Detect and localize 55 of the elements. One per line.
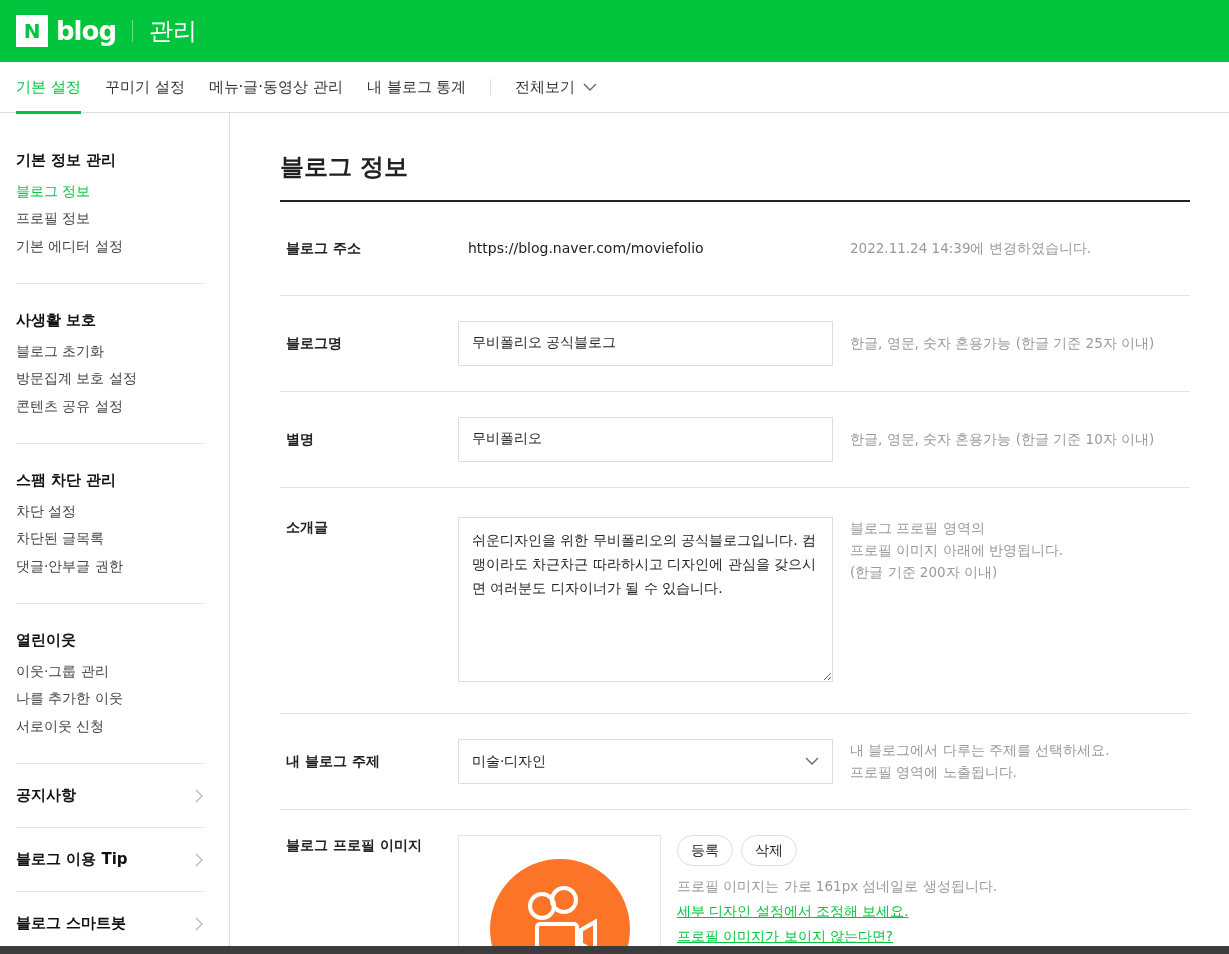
section-heading: 블로그 정보 xyxy=(280,153,1190,202)
nav-tab[interactable]: 꾸미기 설정 xyxy=(104,63,185,114)
pill-button[interactable]: 등록 xyxy=(677,834,733,866)
help-text: 한글, 영문, 숫자 혼용가능 (한글 기준 25자 이내) xyxy=(850,333,1155,353)
field-label: 소개글 xyxy=(285,517,329,537)
field-label: 별명 xyxy=(285,429,315,449)
help-text: 한글, 영문, 숫자 혼용가능 (한글 기준 10자 이내) xyxy=(850,429,1155,449)
chevron-down-icon xyxy=(583,83,598,91)
help-text: 프로필 이미지는 가로 161px 섬네일로 생성됩니다. xyxy=(677,876,998,896)
sidebar-link[interactable]: 블로그 이용 Tip xyxy=(16,828,203,892)
nav-tab[interactable]: 메뉴·글·동영상 관리 xyxy=(208,63,343,114)
help-text: 내 블로그에서 다루는 주제를 선택하세요. xyxy=(850,740,1110,760)
help-text: 프로필 영역에 노출됩니다. xyxy=(850,762,1018,782)
chevron-right-icon xyxy=(195,916,203,931)
section-title: 열린이웃 xyxy=(16,630,77,651)
link-label: 블로그 이용 Tip xyxy=(16,849,128,871)
help-text: 프로필 이미지 아래에 반영됩니다. xyxy=(850,540,1064,560)
pill-button[interactable]: 삭제 xyxy=(741,834,797,866)
field-label: 블로그 주소 xyxy=(285,238,362,258)
section-title: 사생활 보호 xyxy=(16,310,98,331)
sidebar-link[interactable]: 댓글·안부글 권한 xyxy=(16,552,203,580)
chevron-right-icon xyxy=(195,788,203,803)
link-label: 블로그 스마트봇 xyxy=(16,913,127,935)
page-heading: 관리 xyxy=(149,16,197,47)
nav-tab[interactable]: 내 블로그 통계 xyxy=(366,63,467,114)
link-label: 공지사항 xyxy=(16,785,76,807)
field-label: 블로그명 xyxy=(285,333,343,353)
field-label: 내 블로그 주제 xyxy=(285,751,381,771)
text-field[interactable]: 무비폴리오 xyxy=(458,416,833,462)
sidebar-link[interactable]: 프로필 정보 xyxy=(16,205,203,233)
scrollbar[interactable] xyxy=(0,946,1229,954)
sidebar-link[interactable]: 서로이웃 신청 xyxy=(16,712,203,740)
help-text: 2022.11.24 14:39에 변경하였습니다. xyxy=(850,238,1092,258)
help-text: 블로그 프로필 영역의 xyxy=(850,518,986,538)
section-title: 스팸 차단 관리 xyxy=(16,470,118,491)
field-label: 블로그 프로필 이미지 xyxy=(285,835,423,855)
sidebar-link[interactable]: 나를 추가한 이웃 xyxy=(16,685,203,713)
chevron-right-icon xyxy=(195,852,203,867)
sidebar-link[interactable]: 기본 에디터 설정 xyxy=(16,232,203,260)
chevron-down-icon xyxy=(805,757,819,766)
section-title: 기본 정보 관리 xyxy=(16,150,118,171)
sidebar-link[interactable]: 블로그 초기화 xyxy=(16,337,203,365)
select-value: 미술·디자인 xyxy=(472,751,547,771)
help-text: (한글 기준 200자 이내) xyxy=(850,562,999,582)
sidebar-link[interactable]: 차단된 글목록 xyxy=(16,525,203,553)
sidebar-link[interactable]: 이웃·그룹 관리 xyxy=(16,657,203,685)
select-field[interactable]: 미술·디자인 xyxy=(458,738,833,784)
sidebar-link[interactable]: 공지사항 xyxy=(16,764,203,828)
blog-url: https://blog.naver.com/moviefolio xyxy=(467,238,705,258)
sidebar-link[interactable]: 차단 설정 xyxy=(16,497,203,525)
view-all-dropdown[interactable]: 전체보기 xyxy=(515,63,598,114)
sidebar-link[interactable]: 방문집계 보호 설정 xyxy=(16,365,203,393)
textarea-field[interactable]: 쉬운디자인을 위한 무비폴리오의 공식블로그입니다. 컴맹이라도 차근차근 따라하시고 디자인에 관심을 갖으시면 여러분도 디자이너가 될 수 있습니다. xyxy=(458,516,833,682)
sidebar-link[interactable]: 콘텐츠 공유 설정 xyxy=(16,392,203,420)
text-field[interactable]: 무비폴리오 공식블로그 xyxy=(458,320,833,366)
